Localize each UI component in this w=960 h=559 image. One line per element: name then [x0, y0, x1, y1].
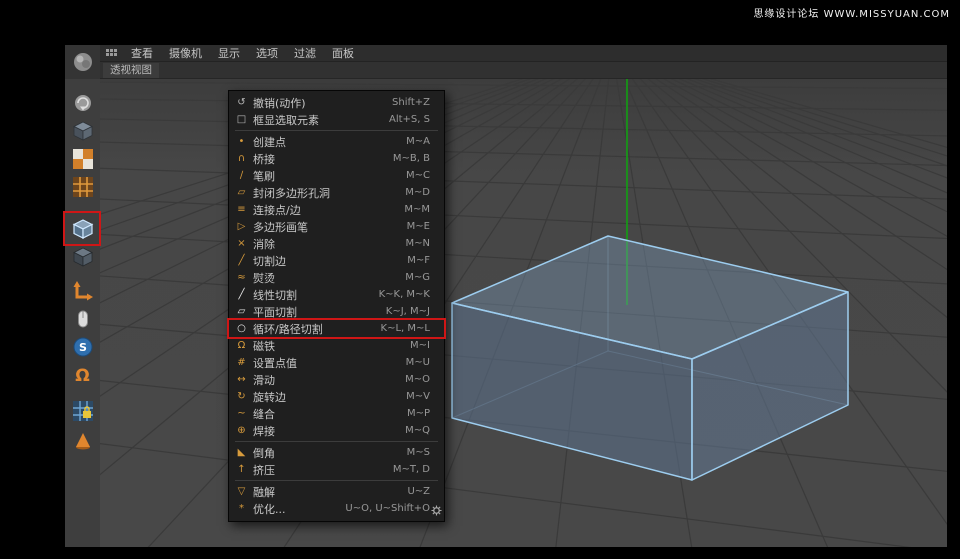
svg-text:S: S	[79, 341, 87, 354]
texture-mode-icon[interactable]	[69, 145, 96, 172]
panel-grip-icon[interactable]	[106, 48, 119, 58]
menu-item[interactable]: □ 框显选取元素 Alt+S, S	[229, 111, 444, 128]
cut-edge-icon: ╱	[238, 255, 245, 266]
menu-item[interactable]: ≈ 熨烫 M~G	[229, 269, 444, 286]
menu-item[interactable]: ▱ 平面切割 K~J, M~J	[229, 303, 444, 320]
slide-icon: ↔	[237, 374, 246, 385]
close-hole-icon: ▱	[237, 187, 246, 198]
menu-item[interactable]: ╱ 切割边 M~F	[229, 252, 444, 269]
menu-item[interactable]: ~ 缝合 M~P	[229, 405, 444, 422]
frame-selected-icon: □	[236, 114, 247, 125]
snap-icon[interactable]: S	[69, 333, 96, 360]
dissolve-icon: ×	[237, 238, 246, 249]
polygon-mode-icon[interactable]	[69, 243, 96, 270]
menu-separator	[235, 480, 438, 481]
optimize-icon: *	[239, 503, 244, 514]
extrude-icon: ↑	[237, 464, 246, 475]
viewport-tab[interactable]: 透视视图	[103, 63, 159, 78]
make-editable-icon[interactable]	[69, 89, 96, 116]
menu-item[interactable]: ▷ 多边形画笔 M~E	[229, 218, 444, 235]
workplane-lock-icon[interactable]	[69, 397, 96, 424]
menu-item[interactable]: • 创建点 M~A	[229, 133, 444, 150]
weld-icon: ⊕	[237, 425, 246, 436]
context-menu: ↺ 撤销(动作) Shift+Z □ 框显选取元素 Alt+S, S • 创建点…	[227, 90, 446, 522]
magnet-icon[interactable]: Ω	[69, 363, 96, 390]
menu-separator	[235, 130, 438, 131]
model-mode-icon[interactable]	[69, 117, 96, 144]
menubar-item[interactable]: 查看	[123, 45, 161, 62]
line-cut-icon: ╱	[238, 289, 245, 300]
app-corner-icon	[65, 45, 100, 79]
viewport-menubar: 查看 摄像机 显示 选项 过滤 面板	[100, 45, 947, 62]
viewport-solo-icon[interactable]	[69, 305, 96, 332]
menubar-item[interactable]: 面板	[324, 45, 362, 62]
loop-path-cut-icon: ○	[237, 323, 246, 334]
polygon-pen-icon: ▷	[237, 221, 246, 232]
menu-item[interactable]: ∩ 桥接 M~B, B	[229, 150, 444, 167]
cube-object[interactable]	[451, 235, 849, 481]
menubar-item[interactable]: 选项	[248, 45, 286, 62]
menu-item[interactable]: ▽ 融解 U~Z	[229, 483, 444, 500]
mode-toolbar: S Ω	[63, 79, 101, 547]
app-window: 查看 摄像机 显示 选项 过滤 面板 透视视图 S Ω ↺ 撤销(动作) Shi…	[63, 45, 947, 547]
menubar-item[interactable]: 过滤	[286, 45, 324, 62]
stitch-icon: ~	[237, 408, 246, 419]
undo-icon: ↺	[237, 97, 246, 108]
plane-cut-icon: ▱	[237, 306, 246, 317]
menu-item[interactable]: ↔ 滑动 M~O	[229, 371, 444, 388]
axis-mode-icon[interactable]	[69, 277, 96, 304]
menu-item[interactable]: ◣ 倒角 M~S	[229, 444, 444, 461]
bridge-icon: ∩	[237, 153, 246, 164]
menubar-item[interactable]: 摄像机	[161, 45, 210, 62]
magnet-tool-icon: Ω	[237, 340, 246, 351]
brush-icon: ∕	[239, 170, 244, 181]
screenshot-root: 思缘设计论坛 WWW.MISSYUAN.COM 查看 摄像机 显示 选项 过滤 面板 透视…	[0, 0, 960, 559]
menu-item[interactable]: ≡ 连接点/边 M~M	[229, 201, 444, 218]
highlight-box-toolbar	[63, 211, 101, 246]
menu-item[interactable]: Ω 磁铁 M~I	[229, 337, 444, 354]
menu-item[interactable]: * 优化... U~O, U~Shift+O	[229, 500, 444, 517]
connect-points-icon: ≡	[237, 204, 246, 215]
menu-item[interactable]: # 设置点值 M~U	[229, 354, 444, 371]
viewport-subheader: 透视视图	[100, 62, 947, 79]
menu-item[interactable]: ⊕ 焊接 M~Q	[229, 422, 444, 439]
menu-item[interactable]: ▱ 封闭多边形孔洞 M~D	[229, 184, 444, 201]
menubar-items: 查看 摄像机 显示 选项 过滤 面板	[123, 45, 362, 62]
menu-item[interactable]: ○ 循环/路径切割 K~L, M~L	[227, 318, 446, 339]
menu-separator	[235, 441, 438, 442]
menu-item[interactable]: × 消除 M~N	[229, 235, 444, 252]
workplane-mode-icon[interactable]	[69, 173, 96, 200]
rotate-tool-icon[interactable]	[69, 427, 96, 454]
set-point-value-icon: #	[237, 357, 246, 368]
bevel-icon: ◣	[237, 447, 246, 458]
watermark: 思缘设计论坛 WWW.MISSYUAN.COM	[753, 9, 950, 20]
sculpt-blob-icon	[73, 53, 92, 71]
melt-icon: ▽	[237, 486, 246, 497]
menu-item[interactable]: ╱ 线性切割 K~K, M~K	[229, 286, 444, 303]
menu-settings-gear-icon[interactable]	[431, 505, 442, 516]
create-point-icon: •	[238, 136, 245, 147]
menubar-item[interactable]: 显示	[210, 45, 248, 62]
menu-item[interactable]: ↺ 撤销(动作) Shift+Z	[229, 94, 444, 111]
menu-item[interactable]: ↻ 旋转边 M~V	[229, 388, 444, 405]
rotate-edge-icon: ↻	[237, 391, 246, 402]
cube-faces	[451, 235, 849, 481]
iron-icon: ≈	[237, 272, 246, 283]
menu-item[interactable]: ↑ 挤压 M~T, D	[229, 461, 444, 478]
menu-item[interactable]: ∕ 笔刷 M~C	[229, 167, 444, 184]
